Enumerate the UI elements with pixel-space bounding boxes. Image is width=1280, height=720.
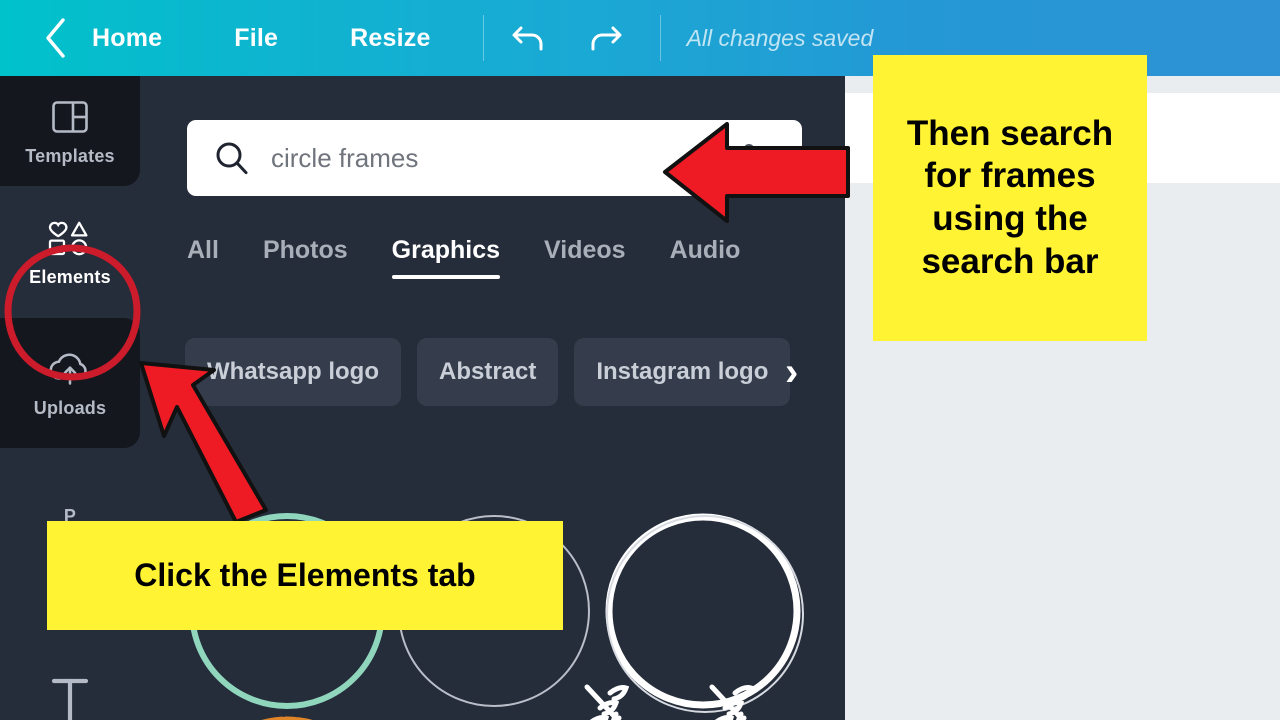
- save-status-label: All changes saved: [686, 24, 874, 51]
- chevron-left-icon: [46, 18, 65, 58]
- elements-icon: [48, 221, 88, 256]
- suggestion-chips: Whatsapp logo Abstract Instagram logo: [185, 338, 806, 406]
- sidebar-item-text[interactable]: [0, 636, 140, 720]
- result-double-ring-circle-frame[interactable]: [605, 513, 804, 713]
- toolbar-divider-1: [482, 15, 484, 61]
- sidebar-item-label: Uploads: [33, 398, 107, 418]
- chip-abstract[interactable]: Abstract: [416, 338, 559, 406]
- undo-icon: [512, 26, 543, 51]
- result-laurel-wreath-frame-a[interactable]: [584, 684, 630, 720]
- redo-icon: [591, 26, 622, 51]
- tab-graphics[interactable]: Graphics: [391, 236, 501, 279]
- search-bar[interactable]: circle frames: [187, 120, 802, 196]
- chevron-right-icon[interactable]: ›: [785, 352, 798, 392]
- tab-audio[interactable]: Audio: [670, 236, 741, 279]
- sidebar-item-uploads[interactable]: Uploads: [0, 318, 140, 448]
- search-icon: [213, 139, 251, 177]
- sliders-filter-icon[interactable]: [736, 140, 776, 177]
- resize-button[interactable]: Resize: [340, 24, 440, 53]
- sidebar-item-templates[interactable]: Templates: [0, 76, 140, 186]
- canva-editor-screen: Home File Resize All changes saved Templ…: [0, 0, 1280, 720]
- callout-note-elements: Click the Elements tab: [47, 521, 563, 630]
- upload-cloud-icon: [49, 353, 87, 385]
- toolbar-divider-2: [659, 15, 661, 61]
- tab-photos[interactable]: Photos: [263, 236, 348, 279]
- search-input[interactable]: circle frames: [271, 143, 418, 174]
- tab-videos[interactable]: Videos: [544, 236, 626, 279]
- templates-icon: [52, 101, 88, 133]
- text-icon: [51, 678, 89, 720]
- sidebar-item-elements[interactable]: Elements: [0, 186, 140, 318]
- chip-whatsapp-logo[interactable]: Whatsapp logo: [185, 338, 401, 406]
- sidebar-item-label: Templates: [25, 146, 115, 166]
- tab-all[interactable]: All: [187, 236, 219, 279]
- sidebar-item-label: Elements: [29, 267, 111, 287]
- undo-button[interactable]: [502, 15, 556, 61]
- results-scrollbar-track[interactable]: [826, 295, 842, 720]
- home-button[interactable]: Home: [82, 24, 172, 53]
- file-menu-button[interactable]: File: [224, 24, 288, 53]
- category-tabs: All Photos Graphics Videos Audio: [187, 236, 817, 279]
- callout-note-search: Then search for frames using the search …: [873, 55, 1147, 341]
- chip-instagram-logo[interactable]: Instagram logo: [574, 338, 791, 406]
- back-button[interactable]: [32, 16, 78, 60]
- redo-button[interactable]: [578, 15, 632, 61]
